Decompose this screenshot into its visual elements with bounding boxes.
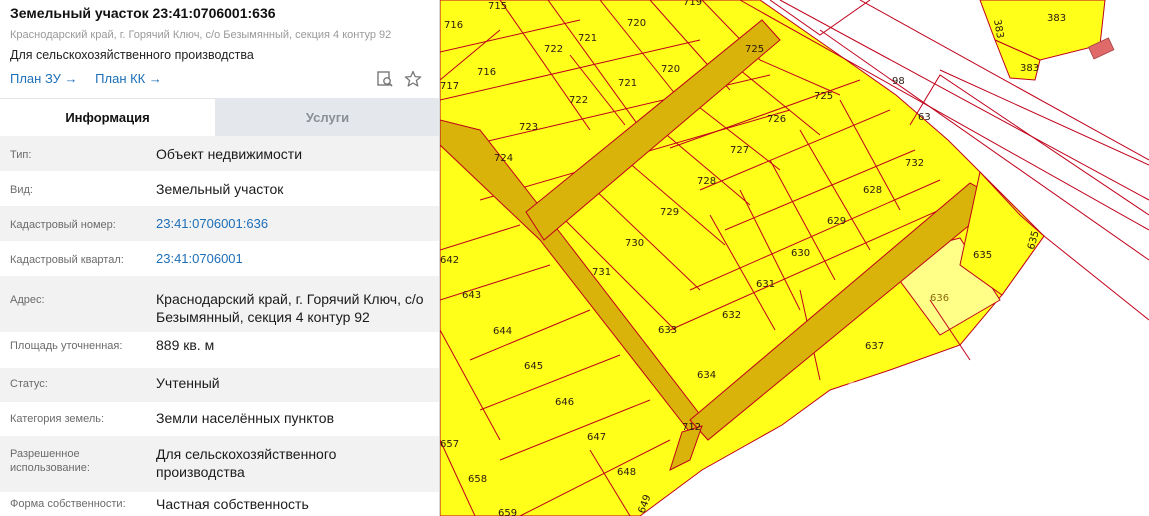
parcel-label: 728 (697, 176, 716, 187)
row-value: Земли населённых пунктов (156, 410, 335, 426)
table-row: Форма собственности: Частная собственнос… (0, 492, 439, 516)
parcel-label: 725 (745, 44, 764, 55)
row-label: Кадастровый квартал: (10, 254, 124, 266)
parcel-label: 712 (682, 422, 701, 433)
address-subtitle: Краснодарский край, г. Горячий Ключ, с/о… (10, 29, 392, 41)
watermark-text: циан (880, 409, 999, 463)
parcel-label: 722 (544, 44, 563, 55)
row-label: Площадь уточненная: (10, 340, 123, 352)
parcel-label: 645 (524, 361, 543, 372)
info-panel: Земельный участок 23:41:0706001:636 Крас… (0, 0, 440, 516)
row-value: Объект недвижимости (156, 146, 303, 162)
tab-information[interactable]: Информация (0, 98, 215, 136)
parcel-label: 632 (722, 310, 741, 321)
page-title: Земельный участок 23:41:0706001:636 (10, 5, 276, 21)
table-row: Вид: Земельный участок (0, 171, 439, 206)
parcel-label: 727 (730, 145, 749, 156)
parcel-label: 723 (519, 122, 538, 133)
row-label: Категория земель: (10, 413, 105, 425)
parcel-label: 721 (578, 33, 597, 44)
parcel-label: 657 (440, 439, 459, 450)
parcel-label: 630 (791, 248, 810, 259)
parcel-label: 725 (814, 91, 833, 102)
row-label: Адрес: (10, 294, 45, 306)
parcel-label: 646 (555, 397, 574, 408)
cadastral-quarter-link[interactable]: 23:41:0706001 (156, 250, 436, 268)
plan-zu-link[interactable]: План ЗУ → (10, 71, 78, 86)
parcel-label: 634 (697, 370, 716, 381)
table-row: Площадь уточненная: 889 кв. м (0, 332, 439, 368)
parcel-label: 715 (488, 1, 507, 12)
row-label: Тип: (10, 149, 32, 161)
map-canvas[interactable]: 715 716 719 720 722 721 725 716 720 717 … (440, 0, 1149, 516)
star-icon[interactable] (404, 70, 422, 88)
cadastral-map[interactable]: 715 716 719 720 722 721 725 716 720 717 … (440, 0, 1149, 516)
parcel-label: 636 (930, 293, 949, 304)
parcel-label: 730 (625, 238, 644, 249)
table-row: Категория земель: Земли населённых пункт… (0, 402, 439, 436)
parcel-label: 383 (1020, 63, 1039, 74)
table-row: Кадастровый квартал: 23:41:0706001 (0, 241, 439, 276)
parcel-label: 637 (865, 341, 884, 352)
row-label: Статус: (10, 378, 48, 390)
parcel-label: 628 (863, 185, 882, 196)
row-value: Частная собственность (156, 496, 309, 512)
row-label: Кадастровый номер: (10, 219, 116, 231)
parcel-label: 729 (660, 207, 679, 218)
tab-bar: Информация Услуги (0, 98, 439, 136)
row-value: 889 кв. м (156, 337, 215, 353)
parcel-label: 631 (756, 279, 775, 290)
parcel-label: 629 (827, 216, 846, 227)
parcel-label: 717 (440, 81, 459, 92)
parcel-label: 633 (658, 325, 677, 336)
row-value: Учтенный (156, 375, 220, 391)
row-value: Для сельскохозяйственного производства (156, 446, 337, 480)
parcel-label: 716 (444, 20, 463, 31)
parcel-label: 726 (767, 114, 786, 125)
parcel-label: 383 (1047, 13, 1066, 24)
table-row: Статус: Учтенный (0, 368, 439, 402)
parcel-label: 722 (569, 95, 588, 106)
cadastral-number-link[interactable]: 23:41:0706001:636 (156, 215, 436, 233)
row-value: Краснодарский край, г. Горячий Ключ, с/о… (156, 291, 424, 325)
parcel-label: 98 (892, 76, 905, 87)
parcel-label: 643 (462, 290, 481, 301)
row-value: Земельный участок (156, 181, 284, 197)
parcel-label: 724 (494, 153, 513, 164)
parcel-label: 659 (498, 508, 517, 516)
parcel-label: 720 (627, 18, 646, 29)
parcel-label: 731 (592, 267, 611, 278)
parcel-label: 721 (618, 78, 637, 89)
search-document-icon[interactable] (376, 70, 394, 88)
table-row: Адрес: Краснодарский край, г. Горячий Кл… (0, 276, 439, 332)
parcel-label: 732 (905, 158, 924, 169)
tab-services[interactable]: Услуги (215, 98, 439, 136)
row-label: Вид: (10, 184, 33, 196)
row-label: Форма собственности: (10, 498, 126, 510)
parcel-label: 719 (683, 0, 702, 8)
parcel-label: 644 (493, 326, 512, 337)
info-table: Тип: Объект недвижимости Вид: Земельный … (0, 136, 439, 516)
row-label: Разрешенное использование: (10, 448, 90, 474)
parcel-label: 648 (617, 467, 636, 478)
table-row: Тип: Объект недвижимости (0, 136, 439, 171)
table-row: Кадастровый номер: 23:41:0706001:636 (0, 206, 439, 241)
parcel-label: 647 (587, 432, 606, 443)
plan-links: План ЗУ → План КК → (10, 71, 176, 86)
land-purpose: Для сельскохозяйственного производства (10, 48, 254, 62)
parcel-label: 642 (440, 255, 459, 266)
parcel-label: 720 (661, 64, 680, 75)
parcel-label: 635 (973, 250, 992, 261)
table-row: Разрешенное использование: Для сельскохо… (0, 436, 439, 492)
header-actions (376, 70, 422, 88)
plan-kk-link[interactable]: План КК → (95, 71, 162, 86)
parcel-label: 63 (918, 112, 931, 123)
parcel-label: 716 (477, 67, 496, 78)
parcel-label: 658 (468, 474, 487, 485)
